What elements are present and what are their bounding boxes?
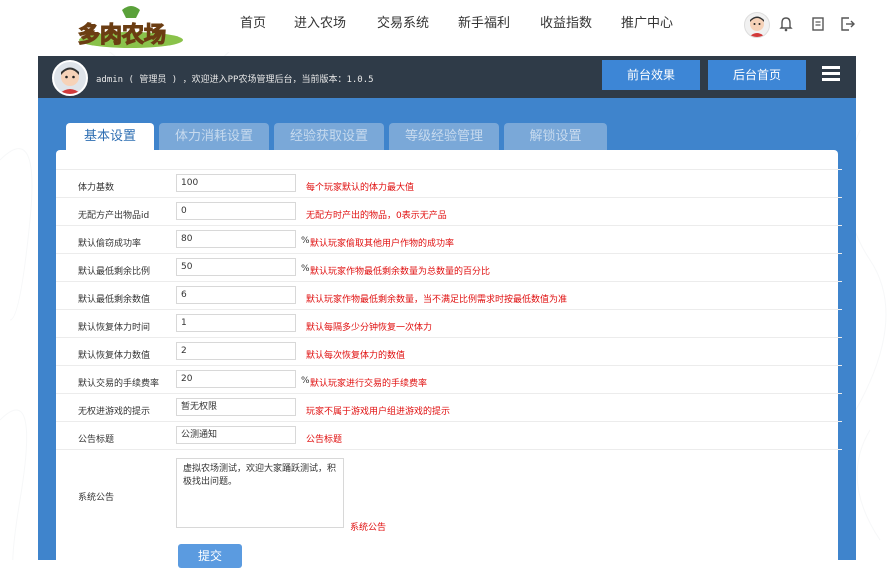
form-row: 默认最低剩余比例 50 % 默认玩家作物最低剩余数量为总数量的百分比 — [56, 253, 842, 282]
form-row: 默认恢复体力时间 1 默认每隔多少分钟恢复一次体力 — [56, 309, 842, 338]
logout-icon[interactable] — [840, 16, 855, 36]
min-remaining-value-input[interactable]: 6 — [176, 286, 296, 304]
tab-basic-settings[interactable]: 基本设置 — [66, 123, 154, 150]
field-hint: 公告标题 — [306, 435, 343, 445]
field-hint: 无配方时产出的物品，0表示无产品 — [306, 211, 447, 221]
tab-experience-settings[interactable]: 经验获取设置 — [274, 123, 384, 150]
clipboard-icon[interactable] — [811, 16, 825, 36]
nav-newbie-benefits[interactable]: 新手福利 — [458, 12, 510, 31]
field-hint: 系统公告 — [350, 523, 387, 533]
field-label: 无权进游戏的提示 — [78, 407, 151, 417]
submit-button[interactable]: 提交 — [178, 544, 242, 568]
field-label: 无配方产出物品id — [78, 211, 150, 221]
welcome-text: admin ( 管理员 ) ，欢迎进入PP农场管理后台，当前版本：1.0.5 — [96, 75, 374, 85]
main-content: 基本设置 体力消耗设置 经验获取设置 等级经验管理 解锁设置 体力基数 100 … — [38, 98, 856, 568]
field-hint: 默认每隔多少分钟恢复一次体力 — [306, 323, 433, 333]
bell-icon[interactable] — [779, 16, 793, 36]
form-row: 系统公告 虚拟农场测试，欢迎大家踊跃测试，积极找出问题。 系统公告 — [56, 449, 842, 542]
field-label: 公告标题 — [78, 435, 115, 445]
steal-success-rate-input[interactable]: 80 — [176, 230, 296, 248]
admin-home-button[interactable]: 后台首页 — [708, 60, 806, 90]
field-hint: 默认玩家进行交易的手续费率 — [310, 379, 428, 389]
tab-unlock-settings[interactable]: 解锁设置 — [504, 123, 607, 150]
settings-form: 体力基数 100 每个玩家默认的体力最大值 无配方产出物品id 0 无配方时产出… — [56, 150, 842, 560]
form-row: 默认恢复体力数值 2 默认每次恢复体力的数值 — [56, 337, 842, 366]
top-navigation: 多肉农场 首页 进入农场 交易系统 新手福利 收益指数 推广中心 — [0, 0, 888, 52]
nav-enter-farm[interactable]: 进入农场 — [294, 12, 346, 31]
admin-avatar — [52, 60, 88, 96]
tab-level-management[interactable]: 等级经验管理 — [389, 123, 499, 150]
trade-fee-rate-input[interactable]: 20 — [176, 370, 296, 388]
percent-unit: % — [301, 236, 310, 246]
min-remaining-ratio-input[interactable]: 50 — [176, 258, 296, 276]
field-label: 默认交易的手续费率 — [78, 379, 160, 389]
form-row: 默认偷窃成功率 80 % 默认玩家偷取其他用户作物的成功率 — [56, 225, 842, 254]
field-label: 体力基数 — [78, 183, 115, 193]
percent-unit: % — [301, 264, 310, 274]
user-avatar[interactable] — [744, 12, 770, 38]
default-item-id-input[interactable]: 0 — [176, 202, 296, 220]
nav-home[interactable]: 首页 — [240, 12, 266, 31]
no-permission-tip-input[interactable]: 暂无权限 — [176, 398, 296, 416]
form-row: 默认最低剩余数值 6 默认玩家作物最低剩余数量，当不满足比例需求时按最低数值为准 — [56, 281, 842, 310]
form-row: 无配方产出物品id 0 无配方时产出的物品，0表示无产品 — [56, 197, 842, 226]
stamina-recovery-value-input[interactable]: 2 — [176, 342, 296, 360]
field-hint: 玩家不属于游戏用户组进游戏的提示 — [306, 407, 451, 417]
menu-icon[interactable] — [822, 66, 840, 84]
brand-logo[interactable]: 多肉农场 — [72, 4, 190, 50]
nav-promotion-center[interactable]: 推广中心 — [621, 12, 673, 31]
nav-trade-system[interactable]: 交易系统 — [377, 12, 429, 31]
field-hint: 默认玩家偷取其他用户作物的成功率 — [310, 239, 455, 249]
form-row: 无权进游戏的提示 暂无权限 玩家不属于游戏用户组进游戏的提示 — [56, 393, 842, 422]
percent-unit: % — [301, 376, 310, 386]
svg-text:多肉农场: 多肉农场 — [78, 22, 166, 48]
tab-stamina-settings[interactable]: 体力消耗设置 — [159, 123, 269, 150]
field-label: 默认最低剩余数值 — [78, 295, 151, 305]
announcement-title-input[interactable]: 公测通知 — [176, 426, 296, 444]
field-hint: 默认玩家作物最低剩余数量为总数量的百分比 — [310, 267, 491, 277]
admin-header-bar: admin ( 管理员 ) ，欢迎进入PP农场管理后台，当前版本：1.0.5 前… — [38, 56, 856, 98]
field-label: 默认最低剩余比例 — [78, 267, 151, 277]
field-label: 系统公告 — [78, 493, 115, 503]
field-hint: 每个玩家默认的体力最大值 — [306, 183, 415, 193]
field-label: 默认恢复体力数值 — [78, 351, 151, 361]
form-row: 默认交易的手续费率 20 % 默认玩家进行交易的手续费率 — [56, 365, 842, 394]
form-row: 体力基数 100 每个玩家默认的体力最大值 — [56, 169, 842, 198]
front-preview-button[interactable]: 前台效果 — [602, 60, 700, 90]
field-hint: 默认每次恢复体力的数值 — [306, 351, 406, 361]
announcement-content-textarea[interactable]: 虚拟农场测试，欢迎大家踊跃测试，积极找出问题。 — [176, 458, 344, 528]
nav-earnings-index[interactable]: 收益指数 — [540, 12, 592, 31]
stamina-recovery-time-input[interactable]: 1 — [176, 314, 296, 332]
form-row: 公告标题 公测通知 公告标题 — [56, 421, 842, 450]
field-label: 默认恢复体力时间 — [78, 323, 151, 333]
field-label: 默认偷窃成功率 — [78, 239, 142, 249]
stamina-base-input[interactable]: 100 — [176, 174, 296, 192]
field-hint: 默认玩家作物最低剩余数量，当不满足比例需求时按最低数值为准 — [306, 295, 568, 305]
